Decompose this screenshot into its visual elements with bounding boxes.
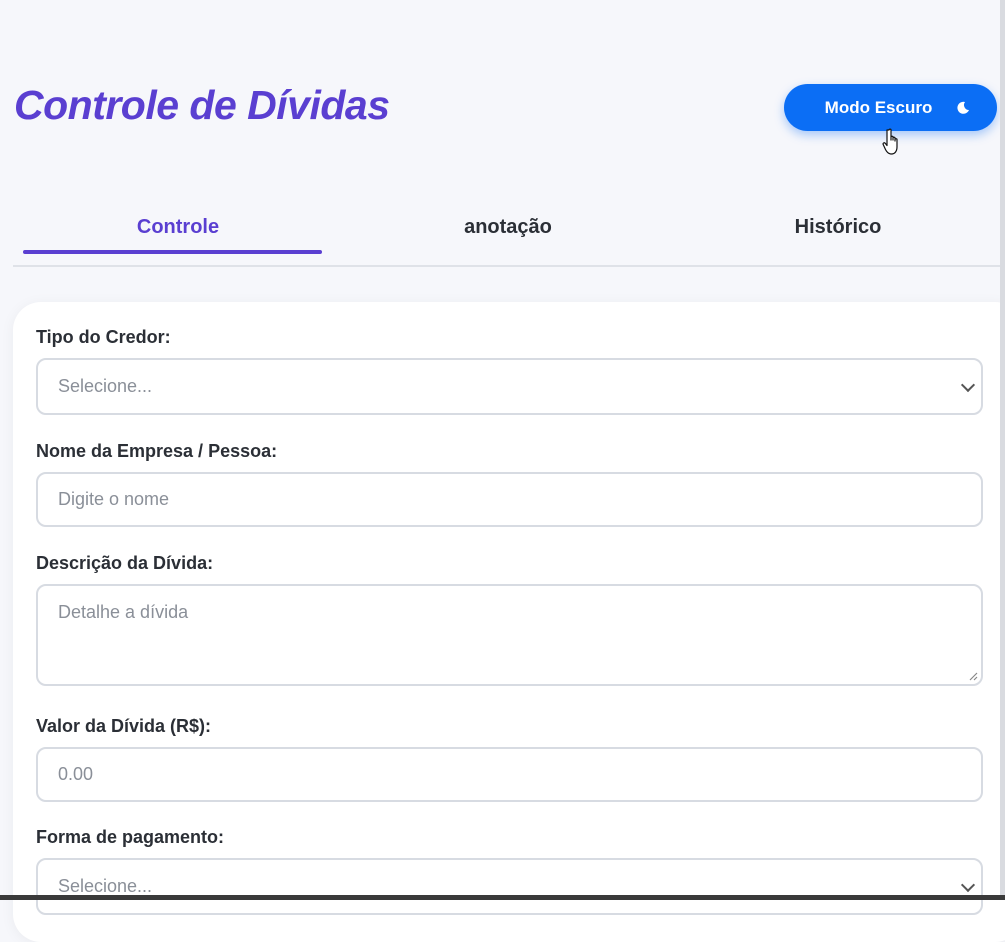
description-label: Descrição da Dívida: [36, 553, 214, 573]
name-label: Nome da Empresa / Pessoa: [36, 441, 278, 461]
payment-method-selected: Selecione... [58, 876, 153, 896]
tab-anotacao[interactable]: anotação [343, 200, 673, 265]
payment-method-label: Forma de pagamento: [36, 827, 225, 847]
page-title: Controle de Dívidas [14, 82, 390, 128]
scrollbar-track[interactable] [1000, 0, 1005, 900]
description-placeholder: Detalhe a dívida [58, 602, 189, 622]
window-bottom-edge [0, 895, 1005, 900]
hand-pointer-icon [882, 128, 898, 155]
resize-grip-icon[interactable] [968, 671, 978, 681]
dark-mode-button[interactable]: Modo Escuro [784, 84, 997, 131]
description-textarea[interactable]: Detalhe a dívida [36, 584, 983, 686]
tab-controle[interactable]: Controle [13, 200, 343, 265]
chevron-down-icon [960, 377, 976, 392]
creditor-type-selected: Selecione... [58, 376, 153, 396]
amount-placeholder: 0.00 [58, 764, 94, 784]
payment-method-select[interactable]: Selecione... [36, 858, 983, 915]
moon-icon [957, 101, 970, 114]
amount-label: Valor da Dívida (R$): [36, 716, 212, 736]
creditor-type-label: Tipo do Credor: [36, 327, 171, 347]
amount-input[interactable]: 0.00 [36, 747, 983, 802]
name-input[interactable]: Digite o nome [36, 472, 983, 527]
creditor-type-select[interactable]: Selecione... [36, 358, 983, 415]
tab-historico[interactable]: Histórico [673, 200, 1003, 265]
tab-bar: Controle anotação Histórico [13, 200, 1005, 267]
name-placeholder: Digite o nome [58, 489, 170, 509]
chevron-down-icon [960, 877, 976, 892]
dark-mode-button-label: Modo Escuro [824, 97, 933, 117]
